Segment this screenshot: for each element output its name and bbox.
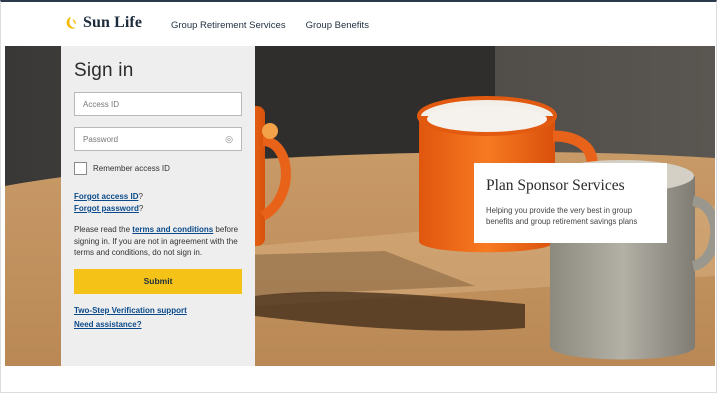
sun-logo-icon xyxy=(66,16,77,29)
forgot-access-id-link[interactable]: Forgot access ID xyxy=(74,192,138,201)
terms-and-conditions-link[interactable]: terms and conditions xyxy=(132,225,213,234)
nav-group-retirement-services[interactable]: Group Retirement Services xyxy=(171,20,286,31)
forgot-password-line: Forgot password? xyxy=(74,203,243,215)
remember-label: Remember access ID xyxy=(93,164,170,173)
notice-prefix: Please read the xyxy=(74,225,131,234)
forgot-password-question-mark: ? xyxy=(138,204,144,213)
plan-sponsor-card: Plan Sponsor Services Helping you provid… xyxy=(474,163,667,243)
two-step-verification-link[interactable]: Two-Step Verification support xyxy=(74,306,187,315)
submit-button[interactable]: Submit xyxy=(74,268,242,294)
password-field[interactable]: ◎ xyxy=(74,127,242,151)
remember-access-id[interactable]: Remember access ID xyxy=(74,162,243,175)
password-input[interactable] xyxy=(83,134,226,144)
site-header: Sun Life Group Retirement Services Group… xyxy=(5,8,715,44)
remember-checkbox[interactable] xyxy=(74,162,87,175)
need-assistance-link[interactable]: Need assistance? xyxy=(74,320,142,329)
access-id-input[interactable] xyxy=(83,99,233,109)
nav-group-benefits[interactable]: Group Benefits xyxy=(306,20,369,31)
plan-sponsor-title: Plan Sponsor Services xyxy=(486,177,625,194)
help-links: Two-Step Verification support Need assis… xyxy=(74,303,243,331)
eye-icon[interactable]: ◎ xyxy=(225,134,233,145)
forgot-id-line: Forgot access ID? xyxy=(74,191,243,203)
terms-notice: Please read the terms and conditions bef… xyxy=(74,224,244,259)
sign-in-title: Sign in xyxy=(74,60,134,81)
main-nav: Group Retirement Services Group Benefits xyxy=(171,20,369,31)
access-id-field[interactable] xyxy=(74,92,242,116)
forgot-password-link[interactable]: Forgot password xyxy=(74,204,139,213)
forgot-id-question-mark: ? xyxy=(138,192,143,201)
sun-life-logo[interactable]: Sun Life xyxy=(63,14,142,32)
plan-sponsor-text: Helping you provide the very best in gro… xyxy=(486,206,638,226)
logo-text: Sun Life xyxy=(83,14,143,31)
sign-in-panel: Sign in ◎ Remember access ID Forgot acce… xyxy=(61,46,255,366)
